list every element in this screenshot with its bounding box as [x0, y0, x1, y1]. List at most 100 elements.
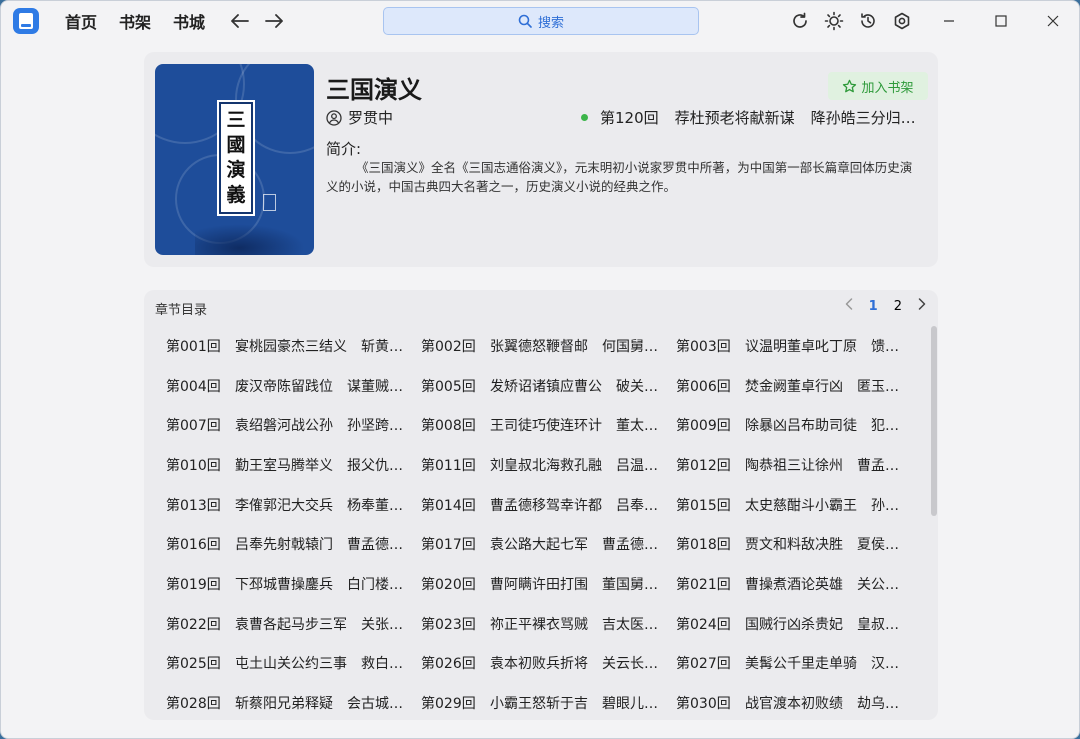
chapter-title: 曹阿瞒许田打围 — [490, 576, 588, 593]
chapter-item[interactable]: 第003回议温明董卓叱丁原馈金珠李肃说吕布 — [676, 326, 922, 366]
chapter-item[interactable]: 第011回刘皇叔北海救孔融吕温侯濮阳破曹操 — [421, 445, 676, 485]
chapter-item[interactable]: 第023回祢正平裸衣骂贼吉太医下毒遭刑 — [421, 604, 676, 644]
chapter-number: 第018回 — [676, 537, 731, 554]
cover-char: 義 — [226, 184, 246, 206]
chapter-subtitle: 夏侯惇拔矢啖睛 — [857, 537, 908, 554]
prev-page-icon[interactable] — [845, 298, 853, 314]
refresh-icon[interactable] — [789, 10, 811, 32]
chapter-item[interactable]: 第030回战官渡本初败绩劫乌巢孟德烧粮 — [676, 683, 922, 720]
chapter-subtitle: 报父仇曹操兴师 — [347, 457, 407, 474]
chapter-subtitle: 孙坚跨江击刘表 — [347, 418, 407, 435]
chapter-item[interactable]: 第008回王司徒巧使连环计董太师大闹凤仪亭 — [421, 405, 676, 445]
chapter-subtitle: 匿玉玺孙坚背约 — [857, 378, 908, 395]
chapter-number: 第027回 — [676, 656, 731, 673]
chapter-subtitle: 关公赚城斩车胄 — [857, 576, 908, 593]
chapter-item[interactable]: 第019回下邳城曹操鏖兵白门楼吕布殒命 — [166, 564, 421, 604]
chapter-subtitle: 汉寿侯五关斩六将 — [871, 656, 908, 673]
book-cover[interactable]: 三 國 演 義 — [155, 64, 314, 255]
chapter-item[interactable]: 第009回除暴凶吕布助司徒犯长安李傕听贾诩 — [676, 405, 922, 445]
chapter-item[interactable]: 第021回曹操煮酒论英雄关公赚城斩车胄 — [676, 564, 922, 604]
cover-title-plate: 三 國 演 義 — [219, 102, 253, 214]
chapter-number: 第012回 — [676, 457, 731, 474]
chapter-number: 第009回 — [676, 418, 731, 435]
chapter-number: 第014回 — [421, 497, 476, 514]
app-window: 首页 书架 书城 搜索 三 國 演 義 三国演义 加入书架 罗贯中 第120回 … — [0, 0, 1080, 739]
brightness-icon[interactable] — [823, 10, 845, 32]
chapter-item[interactable]: 第013回李傕郭汜大交兵杨奉董承双救驾 — [166, 485, 421, 525]
chapter-item[interactable]: 第017回袁公路大起七军曹孟德会合三将 — [421, 524, 676, 564]
chapter-subtitle: 破关兵三英战吕布 — [616, 378, 662, 395]
chapter-subtitle: 杨奉董承双救驾 — [347, 497, 407, 514]
search-placeholder: 搜索 — [537, 15, 564, 31]
chapter-title: 斩蔡阳兄弟释疑 — [235, 696, 333, 713]
nav-bookshelf[interactable]: 书架 — [119, 9, 151, 33]
chapter-subtitle: 关云长挂印封金 — [602, 656, 662, 673]
chapter-number: 第021回 — [676, 576, 731, 593]
chapter-grid: 第001回宴桃园豪杰三结义斩黄巾英雄首立功第002回张翼德怒鞭督邮何国舅谋诛宦竖… — [166, 326, 922, 720]
chapter-number: 第004回 — [166, 378, 221, 395]
forward-arrow-icon[interactable] — [265, 11, 283, 31]
chapter-item[interactable]: 第010回勤王室马腾举义报父仇曹操兴师 — [166, 445, 421, 485]
chapter-number: 第016回 — [166, 537, 221, 554]
search-box[interactable]: 搜索 — [383, 7, 699, 35]
chapter-title: 贾文和料敌决胜 — [745, 537, 843, 554]
chapter-subtitle: 救白马曹操解重围 — [361, 656, 407, 673]
book-title: 三国演义 — [326, 76, 422, 104]
chapter-number: 第026回 — [421, 656, 476, 673]
history-icon[interactable] — [857, 10, 879, 32]
chapter-item[interactable]: 第025回屯土山关公约三事救白马曹操解重围 — [166, 644, 421, 684]
chapter-item[interactable]: 第002回张翼德怒鞭督邮何国舅谋诛宦竖 — [421, 326, 676, 366]
page-1[interactable]: 1 — [869, 299, 878, 314]
chapter-title: 陶恭祖三让徐州 — [745, 457, 843, 474]
chapter-item[interactable]: 第022回袁曹各起马步三军关张共擒王刘二将 — [166, 604, 421, 644]
chapter-item[interactable]: 第029回小霸王怒斩于吉碧眼儿坐领江东 — [421, 683, 676, 720]
chapter-item[interactable]: 第028回斩蔡阳兄弟释疑会古城主臣聚义 — [166, 683, 421, 720]
chapter-item[interactable]: 第005回发矫诏诸镇应曹公破关兵三英战吕布 — [421, 366, 676, 406]
chapter-subtitle: 馈金珠李肃说吕布 — [871, 338, 908, 355]
settings-icon[interactable] — [891, 10, 913, 32]
chapter-number: 第008回 — [421, 418, 476, 435]
close-icon[interactable] — [1027, 1, 1079, 41]
chapter-subtitle: 皇叔败走投袁绍 — [857, 616, 908, 633]
chapter-item[interactable]: 第026回袁本初败兵折将关云长挂印封金 — [421, 644, 676, 684]
chapter-number: 第006回 — [676, 378, 731, 395]
chapter-item[interactable]: 第027回美髯公千里走单骑汉寿侯五关斩六将 — [676, 644, 922, 684]
chapter-subtitle: 孙伯符大战严白虎 — [871, 497, 908, 514]
chapter-item[interactable]: 第020回曹阿瞒许田打围董国舅内阁受诏 — [421, 564, 676, 604]
chapter-item[interactable]: 第006回焚金阙董卓行凶匿玉玺孙坚背约 — [676, 366, 922, 406]
back-arrow-icon[interactable] — [231, 11, 249, 31]
chapter-title: 袁本初败兵折将 — [490, 656, 588, 673]
chapter-title: 发矫诏诸镇应曹公 — [490, 378, 602, 395]
chapter-item[interactable]: 第007回袁绍磐河战公孙孙坚跨江击刘表 — [166, 405, 421, 445]
chapter-item[interactable]: 第004回废汉帝陈留践位谋董贼孟德献刀 — [166, 366, 421, 406]
chapter-scrollbar[interactable] — [931, 326, 937, 516]
chapter-number: 第007回 — [166, 418, 221, 435]
latest-chapter[interactable]: 第120回 荐杜预老将献新谋 降孙皓三分归一统 — [581, 107, 921, 128]
chapter-item[interactable]: 第024回国贼行凶杀贵妃皇叔败走投袁绍 — [676, 604, 922, 644]
chapter-subtitle: 吕奉先乘夜袭徐郡 — [616, 497, 662, 514]
page-2[interactable]: 2 — [894, 299, 902, 314]
chapter-title: 袁公路大起七军 — [490, 537, 588, 554]
chapter-item[interactable]: 第001回宴桃园豪杰三结义斩黄巾英雄首立功 — [166, 326, 421, 366]
chapter-number: 第028回 — [166, 696, 221, 713]
chapter-item[interactable]: 第014回曹孟德移驾幸许都吕奉先乘夜袭徐郡 — [421, 485, 676, 525]
cover-seal — [263, 194, 276, 211]
intro-text: 《三国演义》全名《三国志通俗演义》，元末明初小说家罗贯中所著，为中国第一部长篇章… — [326, 160, 913, 194]
add-to-shelf-button[interactable]: 加入书架 — [828, 72, 928, 100]
chapter-number: 第020回 — [421, 576, 476, 593]
nav-home[interactable]: 首页 — [65, 9, 97, 33]
chapter-item[interactable]: 第015回太史慈酣斗小霸王孙伯符大战严白虎 — [676, 485, 922, 525]
chapter-title: 废汉帝陈留践位 — [235, 378, 333, 395]
chapter-subtitle: 吕温侯濮阳破曹操 — [616, 457, 662, 474]
chapter-item[interactable]: 第012回陶恭祖三让徐州曹孟德大战吕布 — [676, 445, 922, 485]
minimize-icon[interactable] — [923, 1, 975, 41]
next-page-icon[interactable] — [918, 298, 926, 314]
chapter-item[interactable]: 第018回贾文和料敌决胜夏侯惇拔矢啖睛 — [676, 524, 922, 564]
status-dot — [581, 114, 588, 121]
nav-bookstore[interactable]: 书城 — [173, 9, 205, 33]
window-controls — [923, 1, 1079, 41]
chapter-title: 宴桃园豪杰三结义 — [235, 338, 347, 355]
chapter-item[interactable]: 第016回吕奉先射戟辕门曹孟德败师淯水 — [166, 524, 421, 564]
maximize-icon[interactable] — [975, 1, 1027, 41]
cover-char: 三 — [226, 109, 246, 131]
